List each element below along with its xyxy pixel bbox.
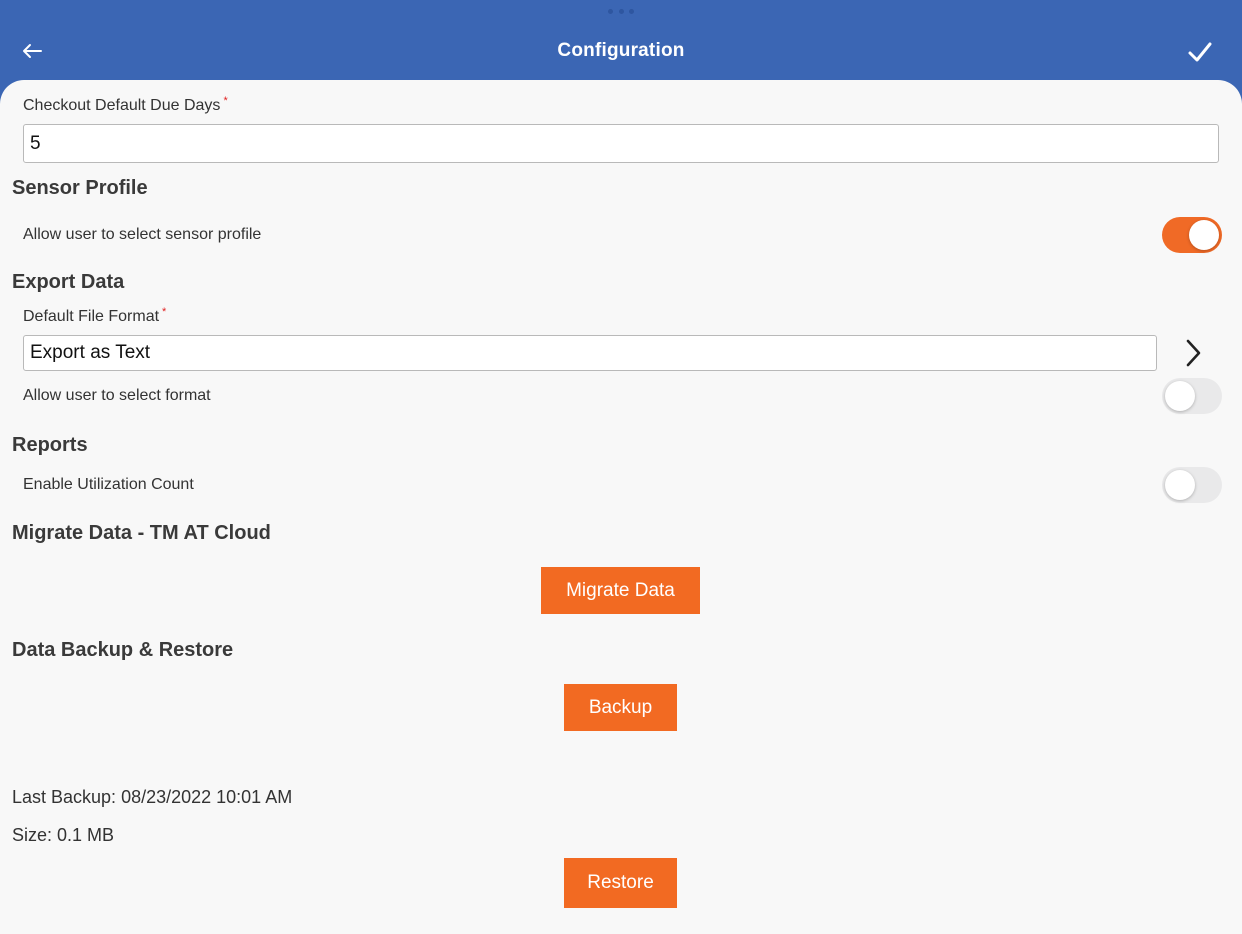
section-title-reports: Reports (12, 434, 88, 456)
required-mark: * (223, 95, 228, 107)
backup-button[interactable]: Backup (564, 684, 677, 731)
last-backup-text: Last Backup: 08/23/2022 10:01 AM (12, 787, 293, 807)
section-title-migrate-data: Migrate Data - TM AT Cloud (12, 522, 271, 544)
allow-sensor-profile-label: Allow user to select sensor profile (23, 226, 262, 243)
allow-sensor-profile-toggle[interactable] (1162, 217, 1222, 253)
backup-size-text: Size: 0.1 MB (12, 825, 115, 845)
file-format-chevron-button[interactable] (1180, 336, 1206, 370)
migrate-data-button[interactable]: Migrate Data (541, 567, 700, 614)
section-title-backup-restore: Data Backup & Restore (12, 639, 234, 661)
checkout-due-days-input[interactable] (23, 124, 1219, 163)
toggle-knob (1189, 220, 1219, 250)
checkmark-icon (1188, 42, 1212, 62)
section-title-export-data: Export Data (12, 271, 125, 293)
enable-utilization-count-label: Enable Utilization Count (23, 476, 194, 493)
checkout-due-days-label: Checkout Default Due Days * (23, 95, 228, 115)
required-mark: * (162, 306, 167, 318)
toggle-knob (1165, 381, 1195, 411)
restore-button[interactable]: Restore (564, 858, 677, 908)
allow-select-format-toggle[interactable] (1162, 378, 1222, 414)
section-title-sensor-profile: Sensor Profile (12, 177, 148, 199)
grabber-handle[interactable] (608, 8, 634, 14)
toggle-knob (1165, 470, 1195, 500)
default-file-format-field[interactable] (23, 335, 1157, 371)
done-button[interactable] (1180, 34, 1220, 70)
chevron-right-icon (1186, 339, 1201, 367)
checkout-due-days-label-text: Checkout Default Due Days (23, 97, 221, 114)
allow-select-format-label: Allow user to select format (23, 387, 211, 404)
enable-utilization-count-toggle[interactable] (1162, 467, 1222, 503)
page-title: Configuration (557, 40, 685, 61)
default-file-format-label-text: Default File Format (23, 308, 160, 325)
default-file-format-label: Default File Format * (23, 306, 167, 326)
